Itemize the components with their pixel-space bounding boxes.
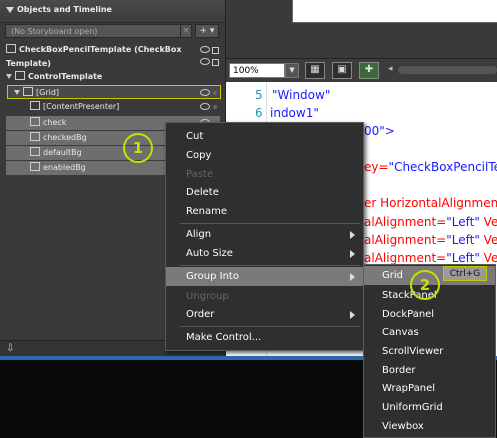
shortcut-label: Ctrl+G: [443, 266, 487, 281]
tree-item-label: ControlTemplate: [28, 72, 103, 81]
code-line: ey="CheckBoxPencilTem: [364, 160, 497, 174]
panel-header[interactable]: Objects and Timeline: [0, 0, 225, 23]
tree-item-grid[interactable]: [Grid]: [7, 85, 221, 99]
code-line: 00">: [364, 124, 395, 138]
lock-icon[interactable]: [212, 47, 219, 54]
menu-item-group-into[interactable]: Group Into: [166, 267, 363, 286]
submenu-item-dockpanel[interactable]: DockPanel: [364, 305, 495, 324]
menu-item-copy[interactable]: Copy: [166, 146, 363, 165]
artboard-canvas[interactable]: [292, 0, 497, 23]
eye-icon[interactable]: [200, 58, 210, 65]
submenu-arrow-icon: [350, 311, 355, 319]
eye-icon[interactable]: [200, 46, 210, 53]
contentpresenter-icon: [30, 101, 40, 110]
menu-separator: [180, 265, 360, 266]
collapse-triangle-icon[interactable]: [6, 7, 14, 13]
menu-separator: [180, 326, 360, 327]
menu-item-label: Group Into: [186, 271, 239, 282]
submenu-arrow-icon: [350, 250, 355, 258]
rectangle-icon: [30, 132, 40, 141]
code-line: er HorizontalAlignmen: [364, 196, 497, 210]
tree-item-label: checkedBg: [43, 133, 87, 142]
zoom-input[interactable]: 100%: [229, 63, 285, 78]
code-line: indow1": [270, 106, 319, 120]
menu-item-label: Align: [186, 229, 212, 240]
submenu-item-scrollviewer[interactable]: ScrollViewer: [364, 342, 495, 361]
submenu-item-wrappanel[interactable]: WrapPanel: [364, 379, 495, 398]
menu-separator: [180, 223, 360, 224]
tree-item-contentpresenter[interactable]: [ContentPresenter]: [6, 100, 220, 114]
tree-item-label: enabledBg: [43, 163, 86, 172]
rectangle-icon: [30, 162, 40, 171]
submenu-item-canvas[interactable]: Canvas: [364, 323, 495, 342]
menu-item-ungroup: Ungroup: [186, 291, 229, 302]
menu-item-rename[interactable]: Rename: [166, 202, 363, 221]
menu-item-cut[interactable]: Cut: [166, 127, 363, 146]
annotation-callout-1: 1: [123, 133, 153, 163]
menu-item-label: Auto Size: [186, 248, 233, 259]
storyboard-selector[interactable]: (No Storyboard open): [5, 24, 185, 38]
scroll-left-icon[interactable]: ◂: [388, 64, 393, 74]
snap-to-gridlines-button[interactable]: ✚: [359, 62, 379, 79]
grid-icon: [23, 87, 33, 96]
snap-toggle-button[interactable]: ▣: [332, 62, 352, 79]
tree-item-controltemplate[interactable]: ControlTemplate: [6, 70, 220, 84]
lock-dot-icon[interactable]: [213, 105, 217, 109]
scroll-down-icon[interactable]: ⇩: [6, 343, 14, 354]
template-icon: [6, 44, 16, 53]
menu-item-delete[interactable]: Delete: [166, 183, 363, 202]
context-menu: Cut Copy Paste Delete Rename Align Auto …: [165, 122, 364, 351]
add-storyboard-button[interactable]: + ▾: [195, 24, 219, 38]
tree-item-label: [ContentPresenter]: [43, 102, 120, 111]
lock-icon[interactable]: [212, 59, 219, 66]
expand-arrow-icon[interactable]: [14, 90, 20, 95]
lock-dot-icon[interactable]: [213, 91, 217, 95]
annotation-callout-2: 2: [410, 270, 440, 300]
code-line: alAlignment="Left" Ver: [364, 251, 497, 265]
line-number: 6: [255, 106, 263, 120]
panel-title: Objects and Timeline: [17, 5, 112, 14]
close-storyboard-button[interactable]: ×: [180, 24, 192, 38]
tree-item-label: [Grid]: [36, 88, 60, 97]
horizontal-scrollbar[interactable]: [398, 66, 497, 74]
template-scope-row-2: [6, 55, 220, 69]
rectangle-icon: [30, 147, 40, 156]
submenu-item-uniformgrid[interactable]: UniformGrid: [364, 398, 495, 417]
submenu-arrow-icon: [350, 231, 355, 239]
menu-item-order[interactable]: Order: [166, 305, 363, 324]
controltemplate-icon: [15, 71, 25, 80]
submenu-arrow-icon: [350, 273, 355, 281]
menu-item-paste: Paste: [186, 169, 213, 180]
eye-icon[interactable]: [200, 89, 210, 96]
code-line: "Window": [272, 88, 331, 102]
menu-item-make-control[interactable]: Make Control...: [166, 328, 363, 347]
code-line: alAlignment="Left" Ver: [364, 233, 497, 247]
menu-item-auto-size[interactable]: Auto Size: [166, 244, 363, 263]
eye-icon[interactable]: [200, 103, 210, 110]
menu-item-align[interactable]: Align: [166, 225, 363, 244]
tree-item-label: defaultBg: [43, 148, 82, 157]
tree-item-label: check: [43, 118, 67, 127]
code-line: alAlignment="Left" Ver: [364, 215, 497, 229]
menu-item-label: Order: [186, 309, 215, 320]
grid-toggle-button[interactable]: ▦: [305, 62, 325, 79]
expand-arrow-icon[interactable]: [6, 74, 12, 79]
zoom-dropdown-button[interactable]: ▼: [285, 63, 299, 78]
line-number: 5: [255, 88, 263, 102]
submenu-item-border[interactable]: Border: [364, 361, 495, 380]
submenu-item-viewbox[interactable]: Viewbox: [364, 417, 495, 436]
rectangle-icon: [30, 117, 40, 126]
